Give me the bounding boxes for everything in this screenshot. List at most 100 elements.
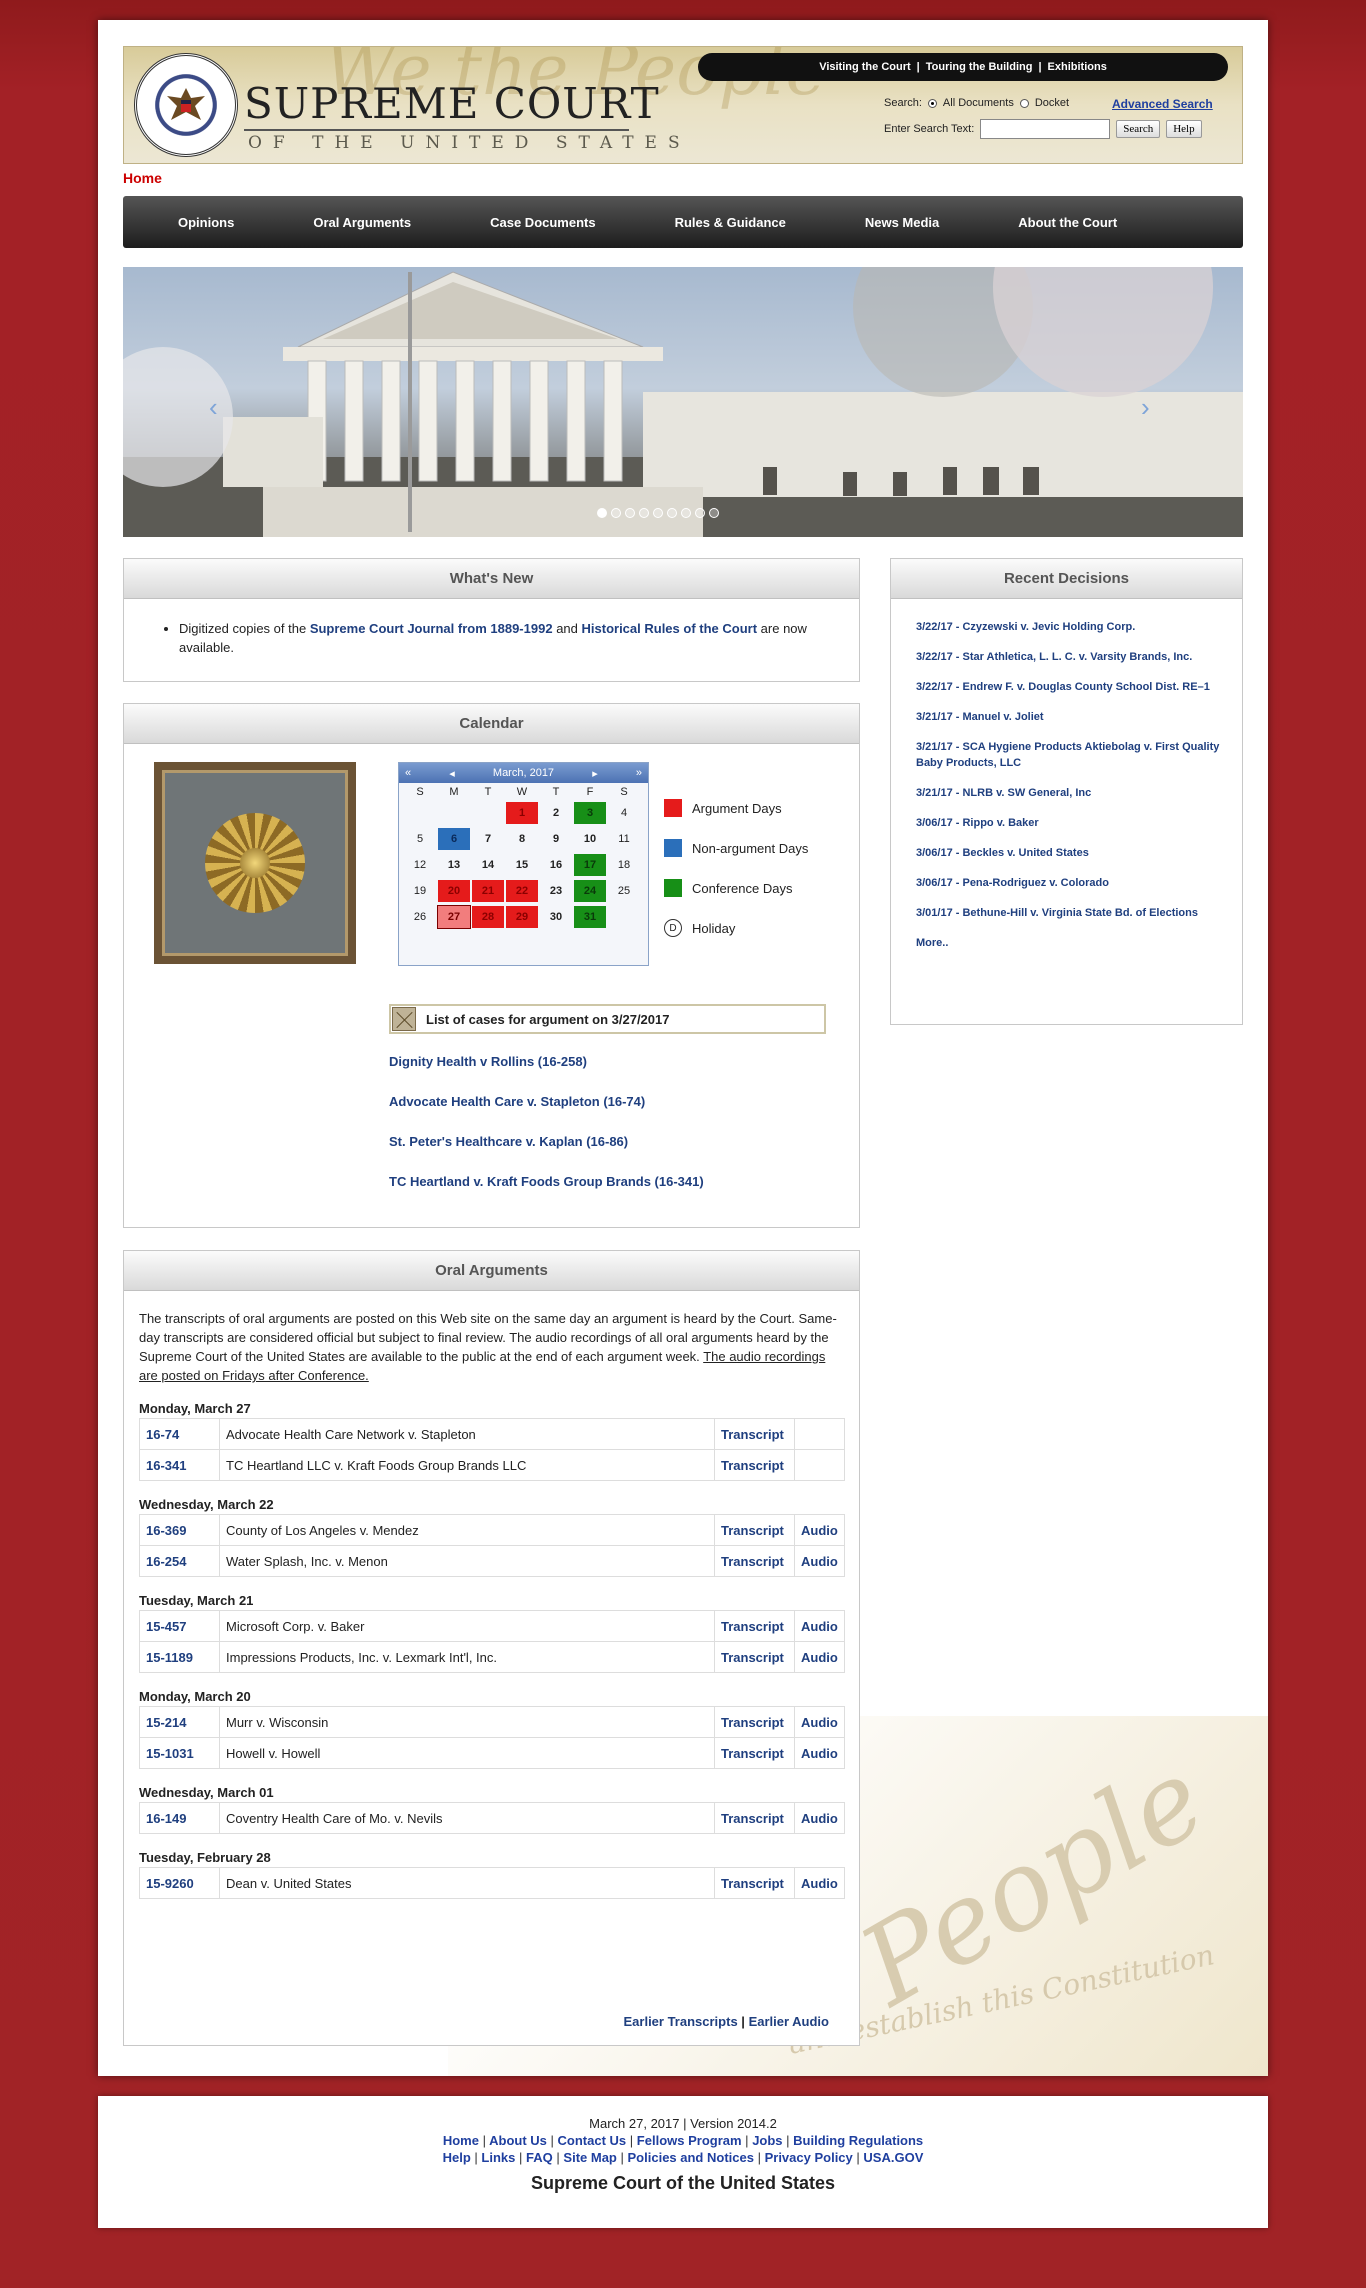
journal-link[interactable]: Supreme Court Journal from 1889-1992 <box>310 621 553 636</box>
decision-link[interactable]: 3/21/17 - Manuel v. Joliet <box>916 711 1044 723</box>
footer-link[interactable]: Links <box>481 2150 515 2165</box>
docket-number-link[interactable]: 16-149 <box>139 1802 220 1834</box>
calendar-day[interactable]: 13 <box>438 854 470 876</box>
prev-month-icon[interactable]: ◂ <box>449 767 455 780</box>
case-link[interactable]: Advocate Health Care v. Stapleton (16-74… <box>389 1094 645 1109</box>
calendar-day[interactable]: 15 <box>506 854 538 876</box>
footer-link[interactable]: Site Map <box>563 2150 616 2165</box>
carousel-dot[interactable] <box>681 508 691 518</box>
footer-link[interactable]: FAQ <box>526 2150 553 2165</box>
calendar-day[interactable]: 31 <box>574 906 606 928</box>
transcript-link[interactable]: Transcript <box>714 1737 795 1769</box>
decision-link[interactable]: 3/22/17 - Endrew F. v. Douglas County Sc… <box>916 681 1210 693</box>
carousel-dot[interactable] <box>625 508 635 518</box>
top-link-visiting[interactable]: Visiting the Court <box>819 61 910 73</box>
decision-link[interactable]: 3/06/17 - Rippo v. Baker <box>916 817 1039 829</box>
supreme-court-seal-logo[interactable] <box>134 53 238 157</box>
calendar-day[interactable]: 25 <box>608 880 640 902</box>
carousel-prev-icon[interactable]: ‹ <box>209 392 218 423</box>
nav-oral-arguments[interactable]: Oral Arguments <box>313 215 411 230</box>
audio-link[interactable]: Audio <box>794 1706 845 1738</box>
audio-link[interactable]: Audio <box>794 1867 845 1899</box>
search-button[interactable]: Search <box>1116 120 1161 138</box>
decision-link[interactable]: 3/22/17 - Star Athletica, L. L. C. v. Va… <box>916 651 1192 663</box>
case-list-header[interactable]: List of cases for argument on 3/27/2017 <box>389 1004 826 1034</box>
calendar-day[interactable]: 26 <box>404 906 436 928</box>
transcript-link[interactable]: Transcript <box>714 1610 795 1642</box>
calendar-day[interactable]: 16 <box>540 854 572 876</box>
nav-rules-guidance[interactable]: Rules & Guidance <box>675 215 786 230</box>
docket-radio[interactable] <box>1019 98 1029 108</box>
top-link-touring[interactable]: Touring the Building <box>926 61 1033 73</box>
historical-rules-link[interactable]: Historical Rules of the Court <box>582 621 758 636</box>
calendar-day[interactable]: 10 <box>574 828 606 850</box>
case-link[interactable]: St. Peter's Healthcare v. Kaplan (16-86) <box>389 1134 628 1149</box>
carousel-dot[interactable] <box>653 508 663 518</box>
calendar-day[interactable]: 6 <box>438 828 470 850</box>
docket-number-link[interactable]: 15-9260 <box>139 1867 220 1899</box>
all-documents-radio[interactable] <box>927 98 937 108</box>
audio-link[interactable]: Audio <box>794 1802 845 1834</box>
more-decisions-link[interactable]: More.. <box>916 937 1242 949</box>
footer-link[interactable]: Policies and Notices <box>628 2150 754 2165</box>
transcript-link[interactable]: Transcript <box>714 1867 795 1899</box>
prev-year-icon[interactable]: « <box>405 767 411 779</box>
nav-opinions[interactable]: Opinions <box>178 215 234 230</box>
docket-number-link[interactable]: 16-254 <box>139 1545 220 1577</box>
carousel-dot[interactable] <box>611 508 621 518</box>
footer-link[interactable]: Privacy Policy <box>765 2150 853 2165</box>
calendar-day[interactable]: 17 <box>574 854 606 876</box>
footer-link[interactable]: Jobs <box>752 2133 782 2148</box>
decision-link[interactable]: 3/21/17 - NLRB v. SW General, Inc <box>916 787 1091 799</box>
earlier-audio-link[interactable]: Earlier Audio <box>749 2014 829 2029</box>
transcript-link[interactable]: Transcript <box>714 1449 795 1481</box>
carousel-dot[interactable] <box>639 508 649 518</box>
transcript-link[interactable]: Transcript <box>714 1418 795 1450</box>
calendar-day[interactable]: 29 <box>506 906 538 928</box>
footer-link[interactable]: Help <box>443 2150 471 2165</box>
footer-link[interactable]: Home <box>443 2133 479 2148</box>
nav-case-documents[interactable]: Case Documents <box>490 215 595 230</box>
audio-link[interactable]: Audio <box>794 1610 845 1642</box>
nav-news-media[interactable]: News Media <box>865 215 939 230</box>
calendar-day[interactable]: 24 <box>574 880 606 902</box>
calendar-day[interactable]: 8 <box>506 828 538 850</box>
calendar-day[interactable]: 1 <box>506 802 538 824</box>
decision-link[interactable]: 3/06/17 - Beckles v. United States <box>916 847 1089 859</box>
decision-link[interactable]: 3/01/17 - Bethune-Hill v. Virginia State… <box>916 907 1198 919</box>
next-month-icon[interactable]: ▸ <box>592 767 598 780</box>
calendar-day[interactable]: 28 <box>472 906 504 928</box>
calendar-day[interactable]: 19 <box>404 880 436 902</box>
transcript-link[interactable]: Transcript <box>714 1545 795 1577</box>
site-title[interactable]: SUPREME COURT <box>244 79 660 128</box>
calendar-day[interactable]: 7 <box>472 828 504 850</box>
transcript-link[interactable]: Transcript <box>714 1514 795 1546</box>
calendar-day[interactable]: 14 <box>472 854 504 876</box>
calendar-day[interactable]: 4 <box>608 802 640 824</box>
calendar-day[interactable]: 22 <box>506 880 538 902</box>
help-button[interactable]: Help <box>1166 120 1202 138</box>
audio-link[interactable]: Audio <box>794 1737 845 1769</box>
carousel-dot[interactable] <box>709 508 719 518</box>
carousel-next-icon[interactable]: › <box>1141 392 1150 423</box>
docket-number-link[interactable]: 15-457 <box>139 1610 220 1642</box>
decision-link[interactable]: 3/21/17 - SCA Hygiene Products Aktiebola… <box>916 741 1219 769</box>
footer-link[interactable]: USA.GOV <box>863 2150 923 2165</box>
breadcrumb-home[interactable]: Home <box>123 170 162 186</box>
docket-number-link[interactable]: 16-341 <box>139 1449 220 1481</box>
carousel-dot[interactable] <box>695 508 705 518</box>
footer-link[interactable]: Fellows Program <box>637 2133 742 2148</box>
calendar-day[interactable]: 30 <box>540 906 572 928</box>
decision-link[interactable]: 3/22/17 - Czyzewski v. Jevic Holding Cor… <box>916 621 1135 633</box>
calendar-day[interactable]: 21 <box>472 880 504 902</box>
transcript-link[interactable]: Transcript <box>714 1706 795 1738</box>
footer-link[interactable]: About Us <box>489 2133 547 2148</box>
nav-about-court[interactable]: About the Court <box>1018 215 1117 230</box>
calendar-day[interactable]: 11 <box>608 828 640 850</box>
top-link-exhibitions[interactable]: Exhibitions <box>1048 61 1107 73</box>
case-link[interactable]: Dignity Health v Rollins (16-258) <box>389 1054 587 1069</box>
docket-number-link[interactable]: 16-369 <box>139 1514 220 1546</box>
case-link[interactable]: TC Heartland v. Kraft Foods Group Brands… <box>389 1174 704 1189</box>
calendar-day[interactable]: 18 <box>608 854 640 876</box>
docket-number-link[interactable]: 15-214 <box>139 1706 220 1738</box>
